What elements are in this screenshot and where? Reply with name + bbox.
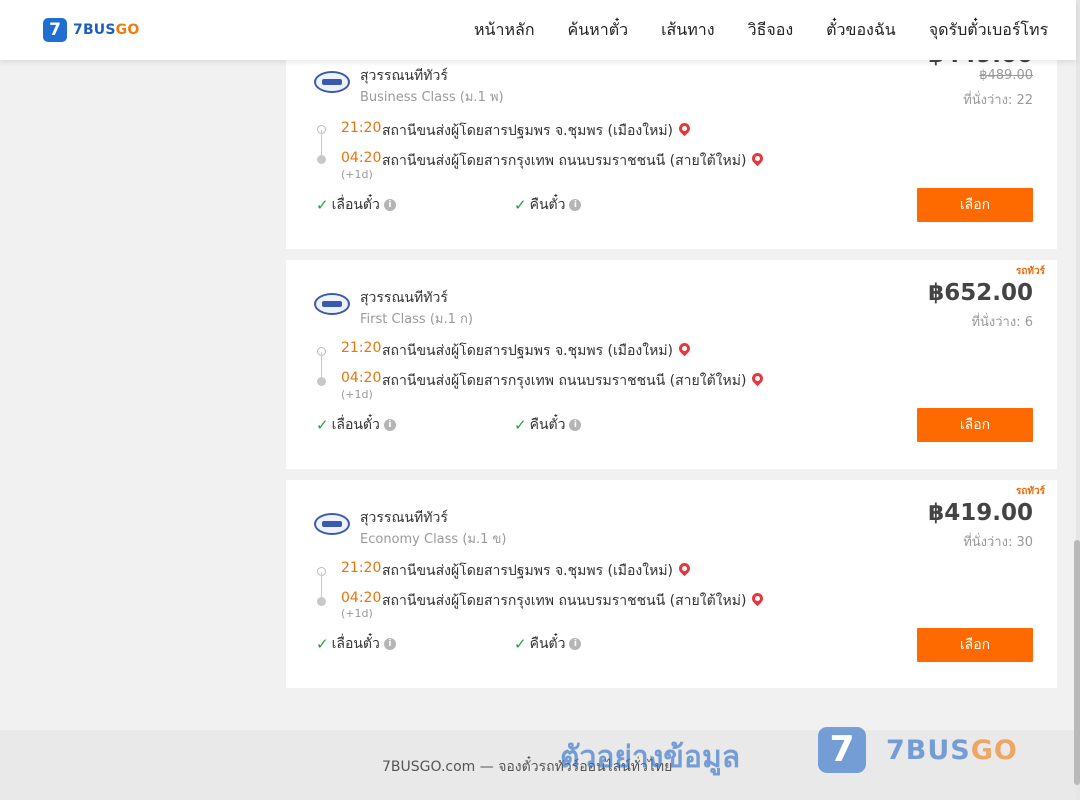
check-icon: ✓ <box>514 196 527 214</box>
change-ticket-label: เลื่อนตั๋ว <box>331 636 380 652</box>
nav-my-tickets[interactable]: ตั๋วของฉัน <box>826 18 896 43</box>
logo-badge-icon: 7 <box>43 18 67 42</box>
check-icon: ✓ <box>316 635 329 653</box>
next-day-indicator: (+1d) <box>341 388 373 401</box>
arrival-station-name: สถานีขนส่งผู้โดยสารกรุงเทพ ถนนบรมราชชนนี… <box>382 373 747 389</box>
info-icon[interactable]: i <box>383 638 396 650</box>
change-ticket-feature: ✓ เลื่อนตั๋ว i <box>316 194 396 216</box>
arrival-dot-icon <box>317 377 326 386</box>
departure-time: 21:20 <box>341 340 382 356</box>
departure-time: 21:20 <box>341 120 382 136</box>
map-pin-icon[interactable] <box>676 120 693 137</box>
departure-station: สถานีขนส่งผู้โดยสารปฐมพร จ.ชุมพร (เมืองใ… <box>382 560 693 582</box>
seat-class: Economy Class (ม.1 ข) <box>360 532 507 547</box>
route-line <box>321 572 322 600</box>
route-line <box>321 352 322 380</box>
info-icon[interactable]: i <box>569 419 582 431</box>
info-icon[interactable]: i <box>569 638 582 650</box>
map-pin-icon[interactable] <box>676 560 693 577</box>
departure-time: 21:20 <box>341 560 382 576</box>
available-seats: ที่นั่งว่าง: 22 <box>963 93 1033 108</box>
watermark-text: ตัวอย่างข้อมูล <box>560 740 741 775</box>
seat-class: First Class (ม.1 ก) <box>360 312 473 327</box>
trip-card: สุวรรณนทีทัวร์ Business Class (ม.1 พ) ฿4… <box>286 38 1057 249</box>
operator-name: สุวรรณนทีทัวร์ <box>360 290 448 306</box>
logo-text-part-1: 7BUS <box>73 22 116 38</box>
check-icon: ✓ <box>514 416 527 434</box>
route-line <box>321 130 322 158</box>
change-ticket-label: เลื่อนตั๋ว <box>331 417 380 433</box>
operator-logo-icon <box>314 513 350 535</box>
arrival-station: สถานีขนส่งผู้โดยสารกรุงเทพ ถนนบรมราชชนนี… <box>382 590 766 612</box>
nav-search-tickets[interactable]: ค้นหาตั๋ว <box>568 18 629 43</box>
next-day-indicator: (+1d) <box>341 607 373 620</box>
main-nav: หน้าหลัก ค้นหาตั๋ว เส้นทาง วิธีจอง ตั๋วข… <box>474 0 1048 60</box>
arrival-time: 04:20 <box>341 590 382 606</box>
refund-ticket-feature: ✓ คืนตั๋ว i <box>514 194 582 216</box>
change-ticket-feature: ✓ เลื่อนตั๋ว i <box>316 633 396 655</box>
site-header: 7 7BUSGO หน้าหลัก ค้นหาตั๋ว เส้นทาง วิธี… <box>0 0 1076 60</box>
map-pin-icon[interactable] <box>750 370 766 387</box>
arrival-time: 04:20 <box>341 150 382 166</box>
operator-name: สุวรรณนทีทัวร์ <box>360 510 448 526</box>
seat-class: Business Class (ม.1 พ) <box>360 90 504 105</box>
select-button[interactable]: เลือก <box>917 188 1033 222</box>
logo-text-part-2: GO <box>115 22 140 38</box>
watermark-brand-part-1: 7BUS <box>886 735 971 766</box>
map-pin-icon[interactable] <box>676 340 693 357</box>
arrival-dot-icon <box>317 597 326 606</box>
next-day-indicator: (+1d) <box>341 168 373 181</box>
available-seats: ที่นั่งว่าง: 30 <box>963 535 1033 550</box>
arrival-station-name: สถานีขนส่งผู้โดยสารกรุงเทพ ถนนบรมราชชนนี… <box>382 153 747 169</box>
refund-ticket-feature: ✓ คืนตั๋ว i <box>514 633 582 655</box>
change-ticket-label: เลื่อนตั๋ว <box>331 197 380 213</box>
info-icon[interactable]: i <box>383 419 396 431</box>
refund-ticket-feature: ✓ คืนตั๋ว i <box>514 414 582 436</box>
map-pin-icon[interactable] <box>750 590 766 607</box>
trip-card: รถทัวร์ สุวรรณนทีทัวร์ First Class (ม.1 … <box>286 260 1057 469</box>
operator-name: สุวรรณนทีทัวร์ <box>360 68 448 84</box>
bus-type-tag: รถทัวร์ <box>1015 486 1045 497</box>
nav-routes[interactable]: เส้นทาง <box>661 18 715 43</box>
operator-logo-icon <box>314 293 350 315</box>
arrival-time: 04:20 <box>341 370 382 386</box>
price: ฿652.00 <box>928 280 1033 306</box>
departure-station-name: สถานีขนส่งผู้โดยสารปฐมพร จ.ชุมพร (เมืองใ… <box>382 123 674 139</box>
old-price: ฿489.00 <box>979 68 1033 83</box>
arrival-station: สถานีขนส่งผู้โดยสารกรุงเทพ ถนนบรมราชชนนี… <box>382 370 766 392</box>
map-pin-icon[interactable] <box>750 150 766 167</box>
price: ฿419.00 <box>928 500 1033 526</box>
departure-station: สถานีขนส่งผู้โดยสารปฐมพร จ.ชุมพร (เมืองใ… <box>382 120 693 142</box>
scrollbar-thumb[interactable] <box>1074 540 1080 785</box>
departure-station-name: สถานีขนส่งผู้โดยสารปฐมพร จ.ชุมพร (เมืองใ… <box>382 563 674 579</box>
nav-how-to-book[interactable]: วิธีจอง <box>748 18 794 43</box>
nav-home[interactable]: หน้าหลัก <box>474 18 535 43</box>
info-icon[interactable]: i <box>569 199 582 211</box>
check-icon: ✓ <box>316 196 329 214</box>
change-ticket-feature: ✓ เลื่อนตั๋ว i <box>316 414 396 436</box>
arrival-station-name: สถานีขนส่งผู้โดยสารกรุงเทพ ถนนบรมราชชนนี… <box>382 593 747 609</box>
arrival-station: สถานีขนส่งผู้โดยสารกรุงเทพ ถนนบรมราชชนนี… <box>382 150 766 172</box>
watermark-logo-icon: 7 <box>818 727 866 773</box>
check-icon: ✓ <box>316 416 329 434</box>
operator-logo-icon <box>314 71 350 93</box>
trip-card: รถทัวร์ สุวรรณนทีทัวร์ Economy Class (ม.… <box>286 480 1057 688</box>
watermark-brand-part-2: GO <box>970 735 1018 766</box>
refund-ticket-label: คืนตั๋ว <box>529 197 566 213</box>
bus-type-tag: รถทัวร์ <box>1015 266 1045 277</box>
info-icon[interactable]: i <box>383 199 396 211</box>
logo-text: 7BUSGO <box>73 22 139 38</box>
select-button[interactable]: เลือก <box>917 408 1033 442</box>
refund-ticket-label: คืนตั๋ว <box>529 636 566 652</box>
select-button[interactable]: เลือก <box>917 628 1033 662</box>
site-logo[interactable]: 7 7BUSGO <box>43 18 139 42</box>
check-icon: ✓ <box>514 635 527 653</box>
available-seats: ที่นั่งว่าง: 6 <box>971 315 1033 330</box>
arrival-dot-icon <box>317 155 326 164</box>
departure-station-name: สถานีขนส่งผู้โดยสารปฐมพร จ.ชุมพร (เมืองใ… <box>382 343 674 359</box>
watermark-brand: 7BUSGO <box>886 735 1018 766</box>
departure-station: สถานีขนส่งผู้โดยสารปฐมพร จ.ชุมพร (เมืองใ… <box>382 340 693 362</box>
nav-ticket-pickup[interactable]: จุดรับตั๋วเบอร์โทร <box>929 18 1048 43</box>
refund-ticket-label: คืนตั๋ว <box>529 417 566 433</box>
